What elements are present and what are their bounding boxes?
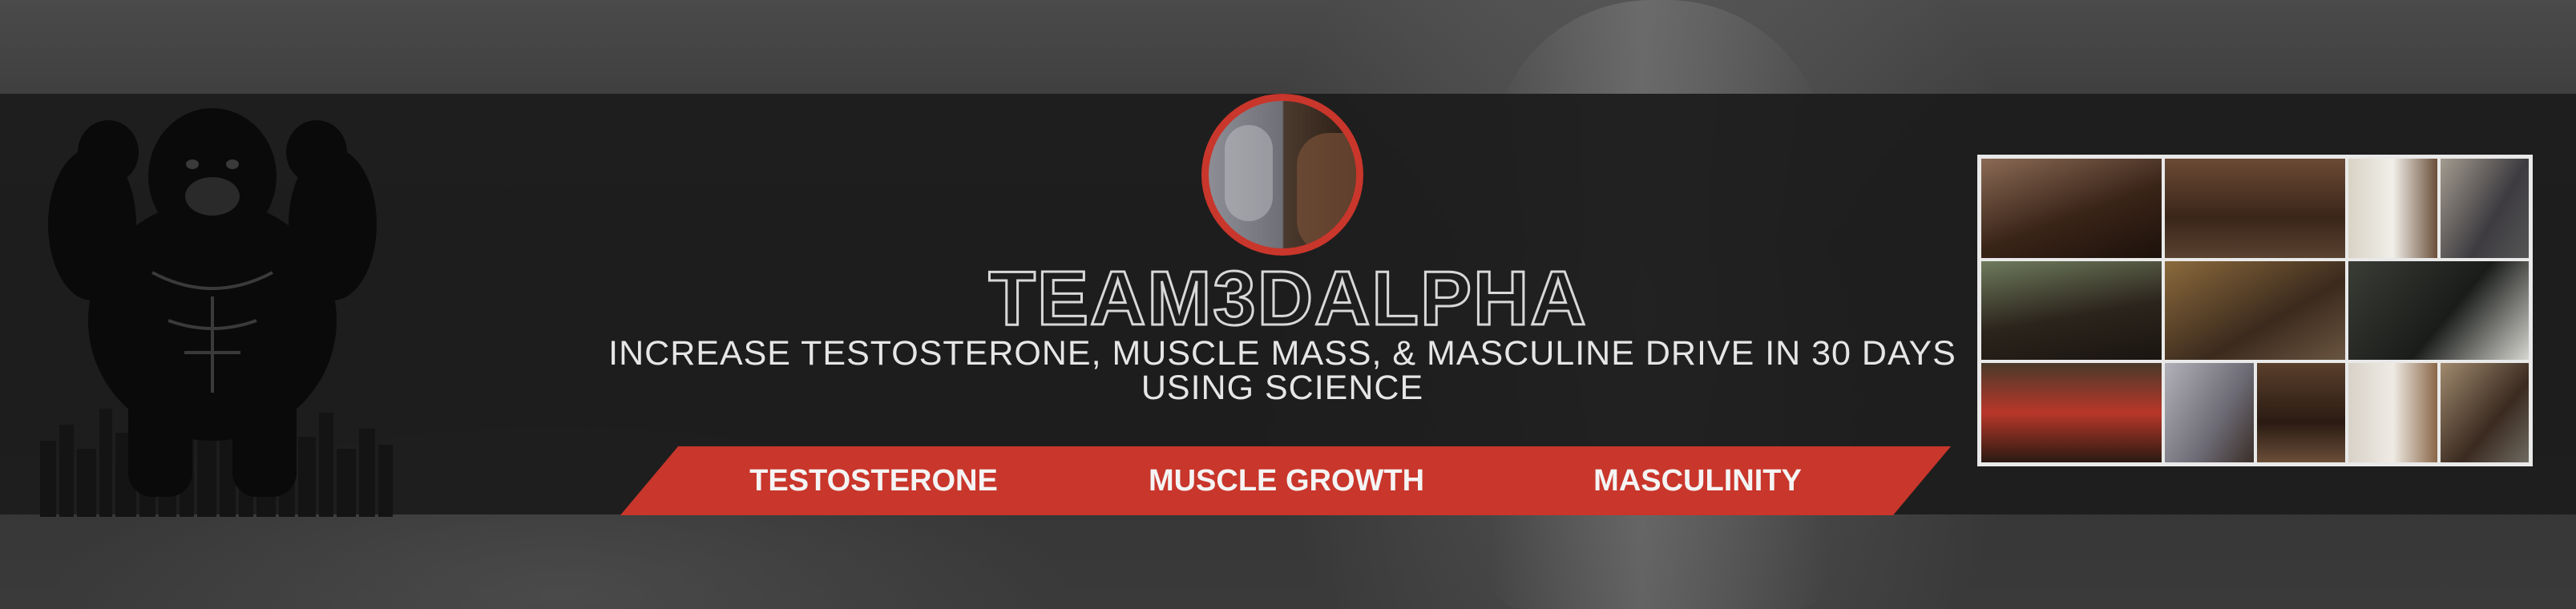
- collage-photo: [2165, 159, 2345, 258]
- photo-collage: [1977, 155, 2533, 466]
- collage-photo: [1981, 159, 2162, 258]
- collage-photo: [2348, 260, 2529, 361]
- collage-photo: [2440, 363, 2529, 462]
- tab-muscle-growth[interactable]: MUSCLE GROWTH: [1062, 446, 1511, 515]
- tagline-line-1: INCREASE TESTOSTERONE, MUSCLE MASS, & MA…: [608, 334, 1956, 373]
- tab-masculinity[interactable]: MASCULINITY: [1473, 446, 1922, 515]
- profile-avatar: [1201, 94, 1363, 256]
- collage-photo: [2348, 159, 2437, 258]
- collage-photo: [2165, 260, 2345, 361]
- collage-photo: [2256, 363, 2345, 462]
- tab-testosterone[interactable]: TESTOSTERONE: [649, 446, 1098, 515]
- collage-photo: [2165, 363, 2254, 462]
- collage-photo: [1981, 363, 2162, 462]
- collage-photo: [1981, 260, 2162, 361]
- collage-photo: [2348, 363, 2437, 462]
- tagline: INCREASE TESTOSTERONE, MUSCLE MASS, & MA…: [561, 337, 2004, 405]
- collage-photo: [2440, 159, 2529, 258]
- tagline-line-2: USING SCIENCE: [1141, 369, 1424, 407]
